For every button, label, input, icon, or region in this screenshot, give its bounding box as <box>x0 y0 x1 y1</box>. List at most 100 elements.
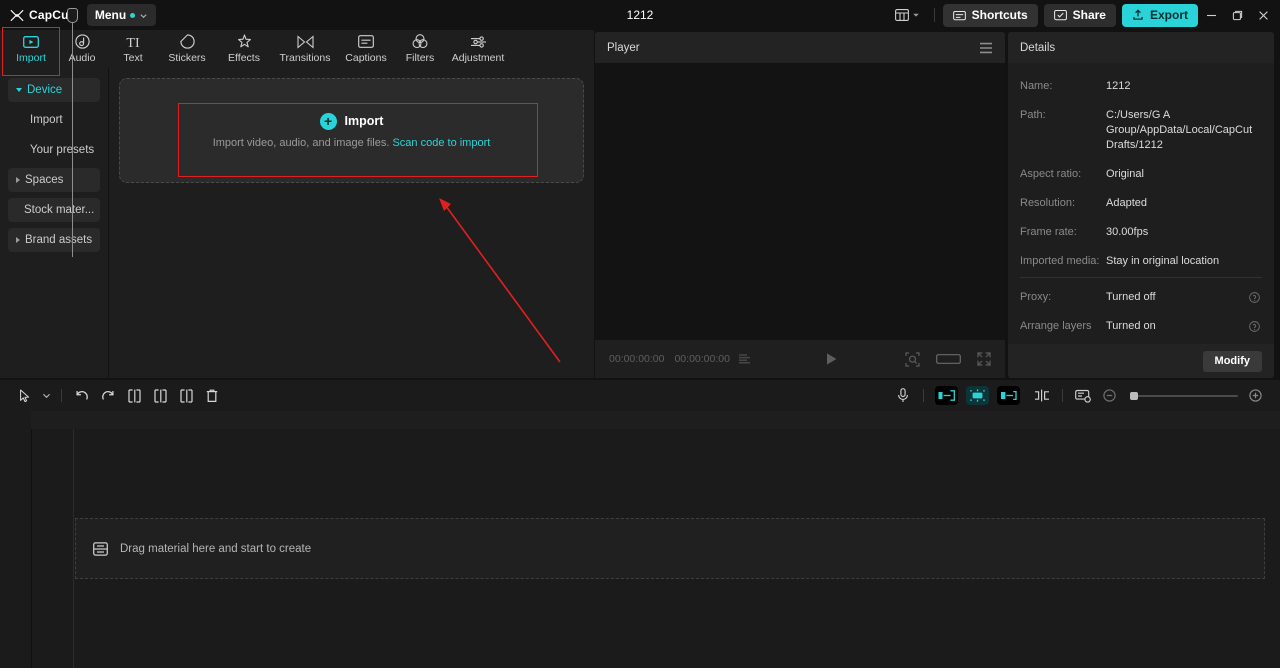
panel-layout-icon <box>895 9 909 21</box>
menu-button-label: Menu <box>95 8 126 22</box>
timeline-zoom-knob[interactable] <box>1130 392 1138 400</box>
trim-left-button[interactable] <box>147 383 173 409</box>
details-value: Turned on <box>1106 319 1249 334</box>
shortcuts-button[interactable]: Shortcuts <box>943 4 1038 27</box>
fullscreen-icon[interactable] <box>977 352 991 366</box>
sidebar-item-spaces[interactable]: Spaces <box>8 168 100 192</box>
select-tool[interactable] <box>12 383 38 409</box>
help-icon[interactable] <box>1249 292 1260 303</box>
sidebar-item-brand-assets-label: Brand assets <box>25 234 92 246</box>
delete-icon <box>206 389 218 403</box>
details-value: C:/Users/G A Group/AppData/Local/CapCut … <box>1106 108 1260 153</box>
export-button[interactable]: Export <box>1122 4 1198 27</box>
play-icon[interactable] <box>825 352 838 366</box>
snapshot-icon[interactable] <box>905 352 920 367</box>
redo-button[interactable] <box>95 383 121 409</box>
menu-button[interactable]: Menu <box>87 4 156 26</box>
tab-text[interactable]: TI Text <box>109 30 157 68</box>
details-footer: Modify <box>1008 344 1274 378</box>
modify-button[interactable]: Modify <box>1203 351 1262 372</box>
details-row-proxy[interactable]: Proxy: Turned off <box>1020 290 1260 305</box>
clip-in-icon <box>938 390 955 401</box>
timeline-ruler[interactable] <box>31 411 1280 429</box>
capcut-logo-icon <box>10 9 24 22</box>
captions-icon <box>358 34 374 49</box>
sidebar-item-stock-materials[interactable]: Stock mater... <box>8 198 100 222</box>
timeline-tools-right <box>890 383 1280 409</box>
caret-right-icon <box>16 237 20 243</box>
tab-import[interactable]: Import <box>7 30 55 68</box>
zoom-out-icon <box>1103 389 1116 402</box>
player-stage[interactable] <box>595 63 1005 340</box>
details-key: Imported media: <box>1020 254 1106 269</box>
tab-audio[interactable]: Audio <box>58 30 106 68</box>
tab-transitions[interactable]: Transitions <box>274 30 336 68</box>
minimize-button[interactable] <box>1198 0 1224 30</box>
clip-mid-icon <box>969 389 986 402</box>
timeline-toolbar <box>0 380 1280 411</box>
split-marker-button[interactable] <box>1029 383 1055 409</box>
timeline-empty-track[interactable]: Drag material here and start to create <box>75 518 1265 579</box>
capcut-window: CapCut Menu 1212 <box>0 0 1280 668</box>
clip-out-icon <box>1000 390 1017 401</box>
sidebar-item-your-presets[interactable]: Your presets <box>8 138 100 162</box>
close-button[interactable] <box>1250 0 1276 30</box>
player-controls: 00:00:00:00 00:00:00:00 <box>595 340 1005 378</box>
crop-button[interactable] <box>1070 383 1096 409</box>
share-button[interactable]: Share <box>1044 4 1116 27</box>
tab-stickers[interactable]: Stickers <box>160 30 214 68</box>
trim-right-button[interactable] <box>173 383 199 409</box>
split-button[interactable] <box>121 383 147 409</box>
maximize-button[interactable] <box>1224 0 1250 30</box>
tab-stickers-label: Stickers <box>168 52 205 64</box>
player-current-time: 00:00:00:00 <box>609 353 664 365</box>
toolbar-divider <box>923 389 924 402</box>
record-voiceover-button[interactable] <box>890 383 916 409</box>
timeline-tools-left <box>0 383 225 409</box>
caret-down-icon <box>16 88 22 92</box>
zoom-in-button[interactable] <box>1242 383 1268 409</box>
tab-filters[interactable]: Filters <box>396 30 444 68</box>
maximize-icon <box>1232 10 1243 21</box>
share-label: Share <box>1073 8 1106 22</box>
undo-button[interactable] <box>69 383 95 409</box>
playhead-handle[interactable] <box>67 8 78 23</box>
panel-layout-button[interactable] <box>889 6 926 24</box>
tab-captions[interactable]: Captions <box>339 30 393 68</box>
sidebar-item-device[interactable]: Device <box>8 78 100 102</box>
timeline-zoom-slider[interactable] <box>1130 395 1238 397</box>
import-dropzone[interactable]: + Import Import video, audio, and image … <box>119 78 584 183</box>
timeline-zoom-track[interactable] <box>1130 395 1238 397</box>
app-brand: CapCut <box>10 8 73 22</box>
sidebar-item-brand-assets[interactable]: Brand assets <box>8 228 100 252</box>
toolbar-divider <box>61 389 62 402</box>
quality-icon[interactable] <box>738 353 752 365</box>
details-row-path: Path: C:/Users/G A Group/AppData/Local/C… <box>1020 108 1260 153</box>
details-key: Aspect ratio: <box>1020 167 1106 182</box>
tab-adjustment-label: Adjustment <box>452 52 505 64</box>
sidebar-item-import[interactable]: Import <box>8 108 100 132</box>
sidebar-item-device-label: Device <box>27 84 62 96</box>
auto-cut-button[interactable] <box>966 386 989 405</box>
menu-update-dot-icon <box>130 13 135 18</box>
freeze-button[interactable] <box>997 386 1020 405</box>
timeline-track-label-divider <box>73 429 74 668</box>
hamburger-icon[interactable] <box>979 42 993 54</box>
effects-icon <box>237 34 252 49</box>
tab-effects[interactable]: Effects <box>217 30 271 68</box>
transitions-icon <box>297 34 314 49</box>
select-tool-dropdown[interactable] <box>38 383 54 409</box>
tab-adjustment[interactable]: Adjustment <box>447 30 509 68</box>
mirror-button[interactable] <box>935 386 958 405</box>
ratio-icon[interactable] <box>936 352 961 366</box>
help-icon[interactable] <box>1249 321 1260 332</box>
zoom-out-button[interactable] <box>1096 383 1122 409</box>
close-icon <box>1258 10 1269 21</box>
undo-icon <box>75 389 89 402</box>
keyboard-icon <box>953 10 966 21</box>
tab-import-label: Import <box>16 52 46 64</box>
scan-code-to-import-link[interactable]: Scan code to import <box>392 137 490 149</box>
player-header: Player <box>595 32 1005 63</box>
delete-button[interactable] <box>199 383 225 409</box>
details-row-arrange-layers[interactable]: Arrange layers Turned on <box>1020 319 1260 334</box>
